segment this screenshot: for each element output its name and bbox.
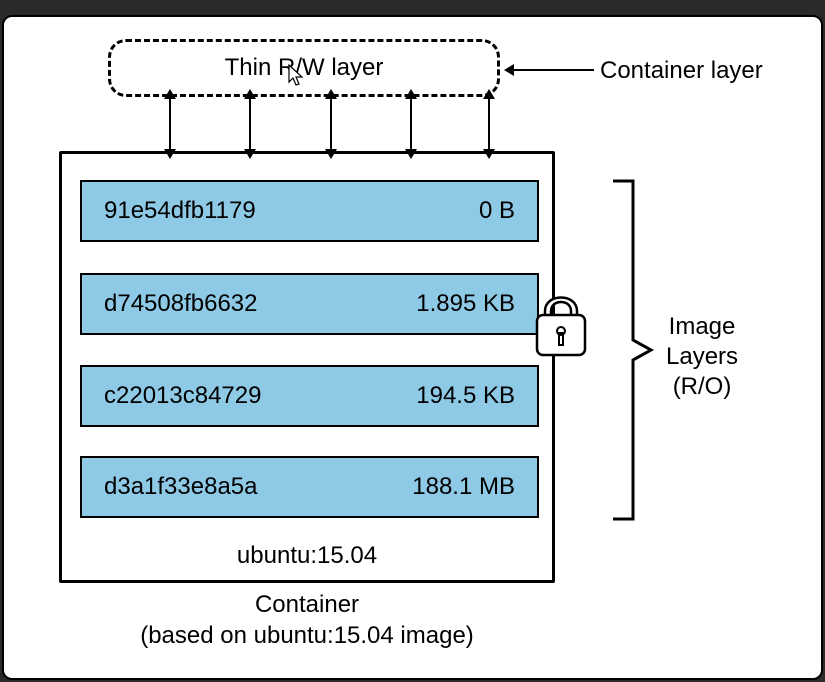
bidir-arrow-icon [249,97,251,151]
bidir-arrow-icon [330,97,332,151]
layer-size: 0 B [479,197,515,225]
layer-hash: c22013c84729 [104,382,261,410]
caption-line1: Container [59,589,555,620]
image-layers-label: Image Layers (R/O) [666,312,738,402]
lock-icon [533,281,589,364]
image-tag-label: ubuntu:15.04 [62,542,552,570]
bidir-arrow-icon [488,97,490,151]
container-box: 91e54dfb1179 0 B d74508fb6632 1.895 KB c… [59,151,555,583]
bidir-arrow-icon [410,97,412,151]
layer-size: 1.895 KB [416,290,515,318]
container-layer-arrow-icon [504,69,594,71]
diagram-canvas: Thin R/W layer Container layer 91e54dfb1… [2,15,823,680]
image-layer-row: 91e54dfb1179 0 B [80,180,539,242]
layer-size: 188.1 MB [412,473,515,501]
layer-size: 194.5 KB [416,382,515,410]
container-caption: Container (based on ubuntu:15.04 image) [59,589,555,651]
image-layers-label-l2: Layers [666,342,738,372]
caption-line2: (based on ubuntu:15.04 image) [59,620,555,651]
layer-hash: d3a1f33e8a5a [104,473,258,501]
bidir-arrow-icon [169,97,171,151]
image-layers-label-l3: (R/O) [666,372,738,402]
thin-rw-layer-label: Thin R/W layer [225,54,384,82]
image-layers-label-l1: Image [666,312,738,342]
bracket-icon [609,177,655,528]
image-layer-row: d74508fb6632 1.895 KB [80,273,539,335]
image-layer-row: c22013c84729 194.5 KB [80,365,539,427]
layer-hash: d74508fb6632 [104,290,258,318]
container-layer-label: Container layer [600,57,763,85]
layer-hash: 91e54dfb1179 [104,197,256,225]
image-layer-row: d3a1f33e8a5a 188.1 MB [80,456,539,518]
